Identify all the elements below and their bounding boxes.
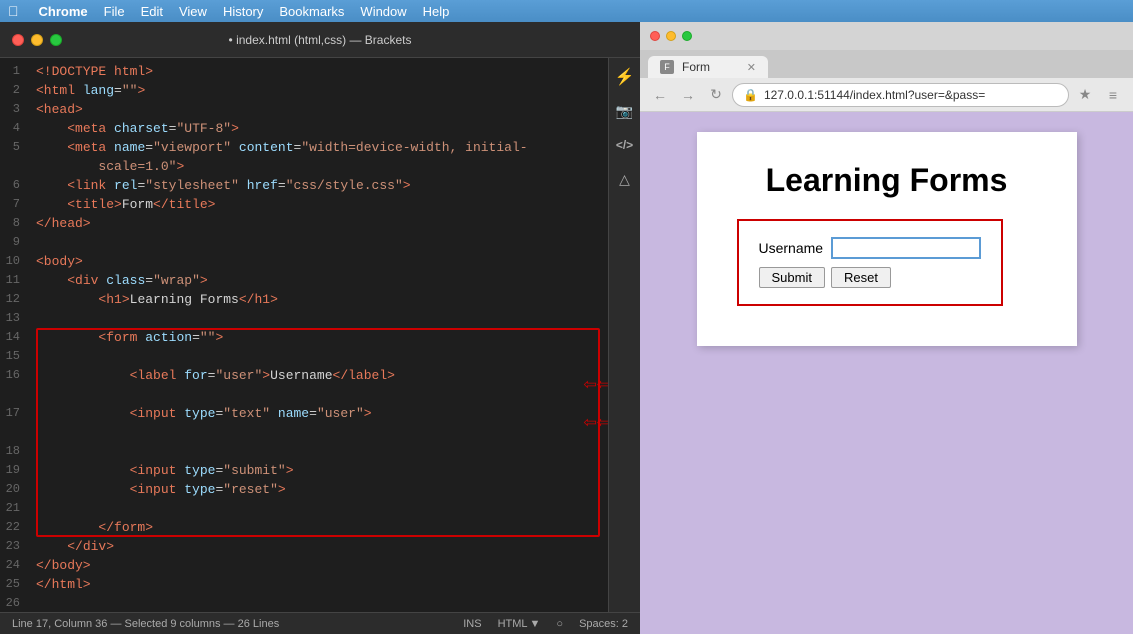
code-line-13: 13 [0, 309, 608, 328]
code-area[interactable]: 1 <!DOCTYPE html> 2 <html lang=""> 3 <he… [0, 58, 608, 612]
bookmark-star[interactable]: ★ [1073, 83, 1097, 107]
code-line-15: 15 [0, 347, 608, 366]
editor-panel: • index.html (html,css) — Brackets 1 <!D… [0, 22, 640, 634]
address-bar[interactable]: 🔒 127.0.0.1:51144/index.html?user=&pass= [732, 83, 1069, 107]
username-label: Username [759, 240, 824, 256]
browser-tab-bar: F Form ✕ [640, 50, 1133, 78]
code-line-16: 16 <label for="user">Username</label> ⇦⇦ [0, 366, 608, 404]
tab-title: Form [682, 60, 710, 74]
page-heading: Learning Forms [737, 162, 1037, 199]
code-container[interactable]: 1 <!DOCTYPE html> 2 <html lang=""> 3 <he… [0, 58, 608, 612]
editor-title: • index.html (html,css) — Brackets [229, 33, 412, 47]
code-line-14: 14 <form action=""> [0, 328, 608, 347]
code-line-17: 17 <input type="text" name="user"> ⇦⇦ [0, 404, 608, 442]
status-circle: ○ [556, 618, 563, 630]
back-button[interactable]: ← [648, 83, 672, 107]
status-language[interactable]: HTML ▼ [498, 618, 541, 630]
code-line-11: 11 <div class="wrap"> [0, 271, 608, 290]
submit-button[interactable]: Submit [759, 267, 825, 288]
code-line-8: 8 </head> [0, 214, 608, 233]
code-line-18: 18 [0, 442, 608, 461]
code-line-21: 21 [0, 499, 608, 518]
editor-main: 1 <!DOCTYPE html> 2 <html lang=""> 3 <he… [0, 58, 640, 612]
menu-bar:  Chrome File Edit View History Bookmark… [0, 0, 1133, 22]
code-line-23: 23 </div> [0, 537, 608, 556]
delta-icon[interactable]: △ [614, 168, 636, 190]
menu-view[interactable]: View [179, 4, 207, 19]
refresh-button[interactable]: ↻ [704, 83, 728, 107]
browser-toolbar: ← → ↻ 🔒 127.0.0.1:51144/index.html?user=… [640, 78, 1133, 112]
editor-titlebar: • index.html (html,css) — Brackets [0, 22, 640, 58]
code-line-20: 20 <input type="reset"> [0, 480, 608, 499]
code-line-9: 9 [0, 233, 608, 252]
status-bar: Line 17, Column 36 — Selected 9 columns … [0, 612, 640, 634]
code-line-7: 7 <title>Form</title> [0, 195, 608, 214]
maximize-button[interactable] [50, 34, 62, 46]
traffic-lights [12, 34, 62, 46]
code-line-3: 3 <head> [0, 100, 608, 119]
lightning-icon[interactable]: ⚡ [614, 66, 636, 88]
browser-close[interactable] [650, 31, 660, 41]
form-box: Username Submit Reset [737, 219, 1004, 306]
browser-menu[interactable]: ≡ [1101, 83, 1125, 107]
code-line-4: 4 <meta charset="UTF-8"> [0, 119, 608, 138]
code-line-22: 22 </form> [0, 518, 608, 537]
browser-minimize[interactable] [666, 31, 676, 41]
menu-history[interactable]: History [223, 4, 263, 19]
code-line-25: 25 </html> [0, 575, 608, 594]
form-buttons: Submit Reset [759, 267, 982, 288]
browser-chrome: F Form ✕ ← → ↻ 🔒 127.0.0.1:51144/index.h… [640, 22, 1133, 112]
webpage: Learning Forms Username Submit Reset [697, 132, 1077, 346]
image-icon[interactable]: 📷 [614, 100, 636, 122]
status-right: INS HTML ▼ ○ Spaces: 2 [463, 618, 628, 630]
status-position: Line 17, Column 36 — Selected 9 columns … [12, 618, 279, 630]
tab-close-button[interactable]: ✕ [747, 61, 756, 74]
status-mode: INS [463, 618, 481, 630]
code-line-19: 19 <input type="submit"> [0, 461, 608, 480]
apple-menu[interactable]:  [8, 3, 19, 19]
username-input[interactable] [831, 237, 981, 259]
lock-icon: 🔒 [743, 88, 758, 102]
main-layout: • index.html (html,css) — Brackets 1 <!D… [0, 22, 1133, 634]
browser-tab[interactable]: F Form ✕ [648, 56, 768, 78]
code-line-24: 24 </body> [0, 556, 608, 575]
browser-panel: F Form ✕ ← → ↻ 🔒 127.0.0.1:51144/index.h… [640, 22, 1133, 634]
editor-sidebar: ⚡ 📷 </> △ [608, 58, 640, 612]
menu-chrome[interactable]: Chrome [39, 4, 88, 19]
code-line-5: 5 <meta name="viewport" content="width=d… [0, 138, 608, 157]
code-line-1: 1 <!DOCTYPE html> [0, 62, 608, 81]
menu-help[interactable]: Help [423, 4, 450, 19]
forward-button[interactable]: → [676, 83, 700, 107]
code-line-5b: scale=1.0"> [0, 157, 608, 176]
menu-bookmarks[interactable]: Bookmarks [279, 4, 344, 19]
code-line-26: 26 [0, 594, 608, 612]
code-line-12: 12 <h1>Learning Forms</h1> [0, 290, 608, 309]
highlighted-section: 14 <form action=""> 15 16 <labe [0, 328, 608, 537]
code-line-10: 10 <body> [0, 252, 608, 271]
menu-file[interactable]: File [104, 4, 125, 19]
menu-edit[interactable]: Edit [141, 4, 163, 19]
menu-window[interactable]: Window [360, 4, 406, 19]
close-button[interactable] [12, 34, 24, 46]
url-text: 127.0.0.1:51144/index.html?user=&pass= [764, 88, 985, 102]
browser-content: Learning Forms Username Submit Reset [640, 112, 1133, 634]
tab-favicon: F [660, 60, 674, 74]
reset-button[interactable]: Reset [831, 267, 891, 288]
browser-maximize[interactable] [682, 31, 692, 41]
browser-titlebar [640, 22, 1133, 50]
code-line-2: 2 <html lang=""> [0, 81, 608, 100]
status-spaces: Spaces: 2 [579, 618, 628, 630]
code-line-6: 6 <link rel="stylesheet" href="css/style… [0, 176, 608, 195]
minimize-button[interactable] [31, 34, 43, 46]
form-row-username: Username [759, 237, 982, 259]
code-icon[interactable]: </> [614, 134, 636, 156]
